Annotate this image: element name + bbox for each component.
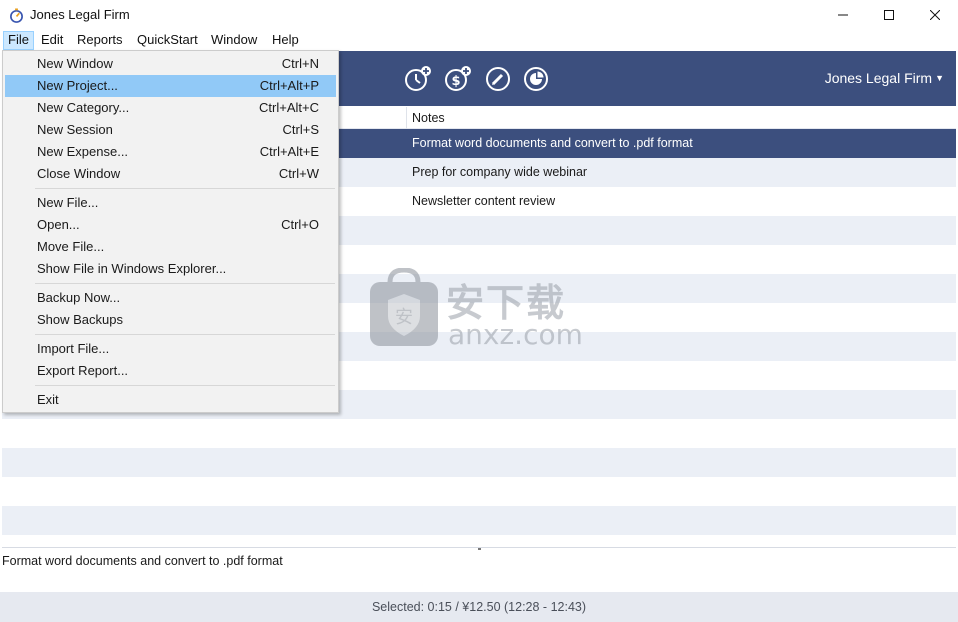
row-notes-cell: Newsletter content review (412, 194, 556, 208)
menu-item-close-window[interactable]: Close Window Ctrl+W (5, 163, 336, 185)
menu-item-label: Move File... (37, 239, 105, 254)
status-bar: Selected: 0:15 / ¥12.50 (12:28 - 12:43) (0, 592, 958, 622)
menu-help[interactable]: Help (268, 31, 303, 50)
pie-chart-icon[interactable] (522, 65, 550, 93)
menu-item-label: New Category... (37, 100, 130, 115)
menu-item-shortcut: Ctrl+W (278, 166, 319, 181)
menu-item-label: Open... (37, 217, 80, 232)
menu-item-label: Exit (37, 392, 59, 407)
table-row[interactable] (2, 535, 956, 547)
table-row[interactable] (2, 448, 956, 477)
menu-item-label: Import File... (37, 341, 110, 356)
menu-separator (35, 385, 335, 386)
menu-item-label: New Window (37, 56, 113, 71)
firm-selector[interactable]: Jones Legal Firm ▼ (825, 70, 944, 86)
menu-item-label: Close Window (37, 166, 121, 181)
watermark: 安 安下载 anxz.com (368, 268, 598, 358)
menu-item-shortcut: Ctrl+Alt+E (259, 144, 319, 159)
splitter-grip-icon (478, 548, 481, 550)
maximize-button[interactable] (866, 0, 912, 30)
table-row[interactable] (2, 419, 956, 448)
firm-selector-label: Jones Legal Firm (824, 70, 933, 86)
row-notes-cell: Format word documents and convert to .pd… (412, 136, 693, 150)
menu-item-shortcut: Ctrl+Alt+C (259, 100, 319, 115)
menu-item-shortcut: Ctrl+N (281, 56, 319, 71)
clock-add-icon[interactable] (404, 65, 432, 93)
menu-item-new-session[interactable]: New Session Ctrl+S (5, 119, 336, 141)
maximize-icon (884, 10, 894, 20)
menu-item-show-file-in-windows-explorer[interactable]: Show File in Windows Explorer... (5, 258, 336, 280)
menu-reports[interactable]: Reports (73, 31, 127, 50)
edit-icon[interactable] (484, 65, 512, 93)
menu-item-backup-now[interactable]: Backup Now... (5, 287, 336, 309)
watermark-en-text: anxz.com (448, 318, 583, 351)
menu-file[interactable]: File (3, 31, 34, 50)
menu-item-new-project[interactable]: New Project... Ctrl+Alt+P (5, 75, 336, 97)
menu-item-shortcut: Ctrl+S (282, 122, 319, 137)
app-stopwatch-icon (10, 8, 23, 23)
menu-item-shortcut: Ctrl+O (281, 217, 319, 232)
menu-item-label: Backup Now... (37, 290, 121, 305)
column-header-notes[interactable]: Notes (408, 107, 445, 129)
menu-item-new-category[interactable]: New Category... Ctrl+Alt+C (5, 97, 336, 119)
watermark-badge-text: 安 (395, 307, 413, 328)
file-menu-dropdown: New Window Ctrl+N New Project... Ctrl+Alt+P… (2, 50, 339, 413)
close-icon (930, 10, 940, 20)
window-title: Jones Legal Firm (30, 7, 130, 22)
title-bar: Jones Legal Firm (0, 0, 958, 30)
menu-item-open[interactable]: Open... Ctrl+O (5, 214, 336, 236)
menu-item-new-expense[interactable]: New Expense... Ctrl+Alt+E (5, 141, 336, 163)
minimize-icon (838, 14, 848, 16)
money-add-icon[interactable]: $ (444, 65, 472, 93)
menu-separator (35, 188, 335, 189)
table-row[interactable] (2, 477, 956, 506)
menu-item-shortcut: Ctrl+Alt+P (259, 78, 319, 93)
table-row[interactable] (2, 506, 956, 535)
menu-separator (35, 283, 335, 284)
menu-item-export-report[interactable]: Export Report... (5, 360, 336, 382)
menu-item-show-backups[interactable]: Show Backups (5, 309, 336, 331)
column-divider[interactable] (406, 107, 407, 129)
notes-detail-panel[interactable]: Format word documents and convert to .pd… (2, 551, 956, 592)
menu-item-label: New Session (37, 122, 113, 137)
row-notes-cell: Prep for company wide webinar (412, 165, 588, 179)
menu-item-exit[interactable]: Exit (5, 389, 336, 411)
menu-item-label: New File... (37, 195, 99, 210)
menu-edit[interactable]: Edit (37, 31, 67, 50)
menu-item-label: Show File in Windows Explorer... (37, 261, 227, 276)
menu-quickstart[interactable]: QuickStart (133, 31, 202, 50)
menu-item-label: New Project... (37, 78, 118, 93)
status-text: Selected: 0:15 / ¥12.50 (12:28 - 12:43) (371, 600, 587, 614)
menu-item-move-file[interactable]: Move File... (5, 236, 336, 258)
menu-bar: File Edit Reports QuickStart Window Help (0, 30, 958, 50)
minimize-button[interactable] (820, 0, 866, 30)
close-button[interactable] (912, 0, 958, 30)
shield-bag-icon: 安 (370, 268, 438, 346)
menu-window[interactable]: Window (207, 31, 261, 50)
notes-detail-text: Format word documents and convert to .pd… (2, 554, 283, 568)
menu-item-label: New Expense... (37, 144, 129, 159)
menu-item-label: Show Backups (37, 312, 123, 327)
menu-item-label: Export Report... (37, 363, 129, 378)
svg-text:$: $ (451, 74, 460, 89)
menu-separator (35, 334, 335, 335)
menu-item-import-file[interactable]: Import File... (5, 338, 336, 360)
menu-item-new-file[interactable]: New File... (5, 192, 336, 214)
caret-down-icon: ▼ (935, 73, 944, 83)
menu-item-new-window[interactable]: New Window Ctrl+N (5, 53, 336, 75)
